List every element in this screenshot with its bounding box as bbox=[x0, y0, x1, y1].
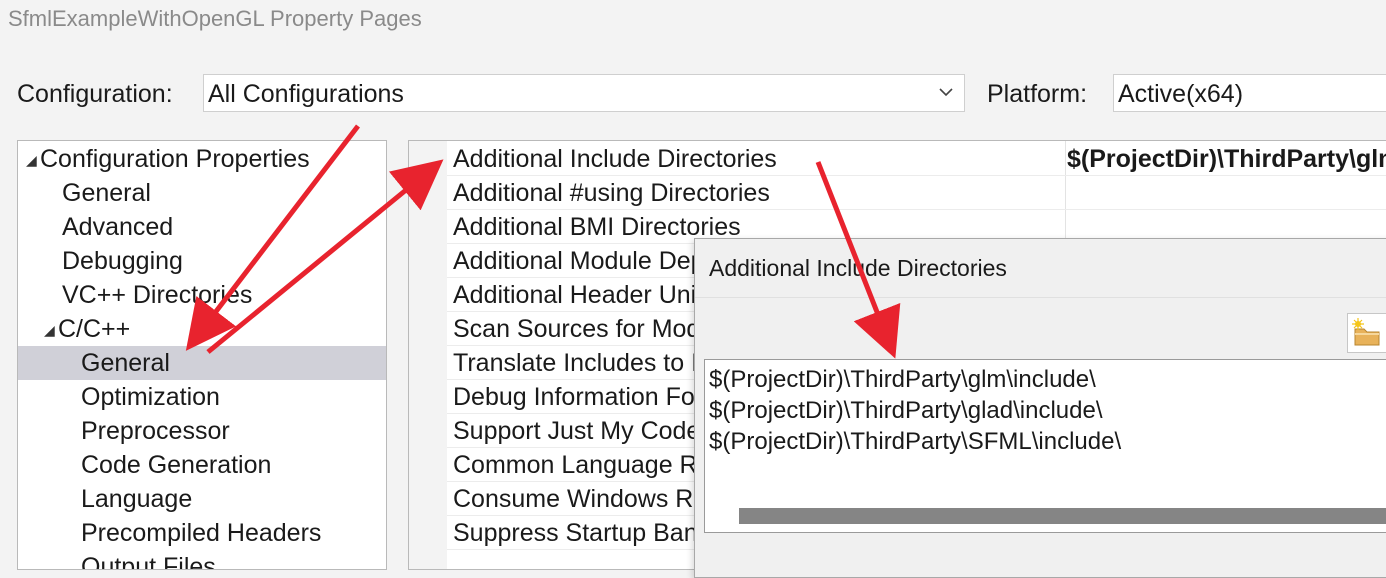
tree-item-advanced[interactable]: Advanced bbox=[18, 210, 386, 244]
include-directories-dialog: Additional Include Directories $(Project… bbox=[694, 238, 1386, 578]
tree-item-language[interactable]: Language bbox=[18, 482, 386, 516]
new-line-button[interactable] bbox=[1347, 313, 1386, 353]
tree-item-label: Preprocessor bbox=[81, 417, 230, 445]
property-name: Additional #using Directories bbox=[453, 179, 770, 207]
window-title: SfmlExampleWithOpenGL Property Pages bbox=[8, 6, 422, 31]
tree-item-label: Precompiled Headers bbox=[81, 519, 322, 547]
property-value[interactable]: $(ProjectDir)\ThirdParty\glm\include\;$(… bbox=[1067, 142, 1386, 176]
tree-item-label: General bbox=[81, 349, 170, 377]
tree-item-general[interactable]: General bbox=[18, 176, 386, 210]
folder-new-icon bbox=[1352, 318, 1380, 346]
tree-item-c-cpp-general[interactable]: General bbox=[18, 346, 386, 380]
property-name: Additional Include Directories bbox=[453, 145, 777, 173]
grid-gutter bbox=[409, 141, 447, 569]
property-tree: ◢ Configuration Properties General Advanc… bbox=[17, 140, 387, 570]
platform-label: Platform: bbox=[987, 80, 1088, 108]
dialog-title: Additional Include Directories bbox=[709, 255, 1007, 281]
paths-textarea[interactable]: $(ProjectDir)\ThirdParty\glm\include\ $(… bbox=[704, 359, 1386, 533]
title-bar: SfmlExampleWithOpenGL Property Pages bbox=[0, 0, 1386, 44]
tree-item-label: Configuration Properties bbox=[40, 145, 310, 173]
tree-item-optimization[interactable]: Optimization bbox=[18, 380, 386, 414]
path-line: $(ProjectDir)\ThirdParty\SFML\include\ bbox=[709, 428, 1122, 455]
expanded-icon[interactable]: ◢ bbox=[44, 313, 58, 347]
tree-item-label: General bbox=[62, 179, 151, 207]
tree-item-vc-directories[interactable]: VC++ Directories bbox=[18, 278, 386, 312]
tree-item-debugging[interactable]: Debugging bbox=[18, 244, 386, 278]
configuration-value: All Configurations bbox=[208, 80, 404, 108]
tree-item-label: Language bbox=[81, 485, 193, 513]
tree-item-output-files[interactable]: Output Files bbox=[18, 550, 386, 570]
expanded-icon[interactable]: ◢ bbox=[26, 143, 40, 177]
platform-dropdown[interactable]: Active(x64) bbox=[1113, 74, 1386, 112]
platform-value: Active(x64) bbox=[1118, 80, 1244, 108]
path-line: $(ProjectDir)\ThirdParty\glad\include\ bbox=[709, 397, 1103, 424]
path-line: $(ProjectDir)\ThirdParty\glm\include\ bbox=[709, 366, 1096, 393]
chevron-down-icon bbox=[939, 88, 953, 97]
tree-item-preprocessor[interactable]: Preprocessor bbox=[18, 414, 386, 448]
tree-item-label: Output Files bbox=[81, 553, 216, 570]
tree-item-precompiled-headers[interactable]: Precompiled Headers bbox=[18, 516, 386, 550]
dialog-title-bar: Additional Include Directories bbox=[695, 239, 1386, 298]
grid-row-additional-include-directories[interactable]: Additional Include Directories $(Project… bbox=[447, 142, 1386, 176]
tree-item-configuration-properties[interactable]: ◢ Configuration Properties bbox=[18, 142, 386, 177]
tree-item-label: Optimization bbox=[81, 383, 220, 411]
tree-item-label: Code Generation bbox=[81, 451, 272, 479]
configuration-dropdown[interactable]: All Configurations bbox=[203, 74, 965, 112]
tree-item-label: Advanced bbox=[62, 213, 174, 241]
tree-item-label: Debugging bbox=[62, 247, 183, 275]
configuration-label: Configuration: bbox=[17, 80, 173, 108]
tree-item-code-generation[interactable]: Code Generation bbox=[18, 448, 386, 482]
grid-row[interactable]: Additional #using Directories bbox=[447, 176, 1386, 210]
tree-item-c-cpp[interactable]: ◢ C/C++ bbox=[18, 312, 386, 347]
horizontal-scrollbar[interactable] bbox=[739, 508, 1386, 524]
property-name: Suppress Startup Banner bbox=[453, 519, 734, 547]
tree-item-label: C/C++ bbox=[58, 315, 131, 343]
tree-item-label: VC++ Directories bbox=[62, 281, 253, 309]
